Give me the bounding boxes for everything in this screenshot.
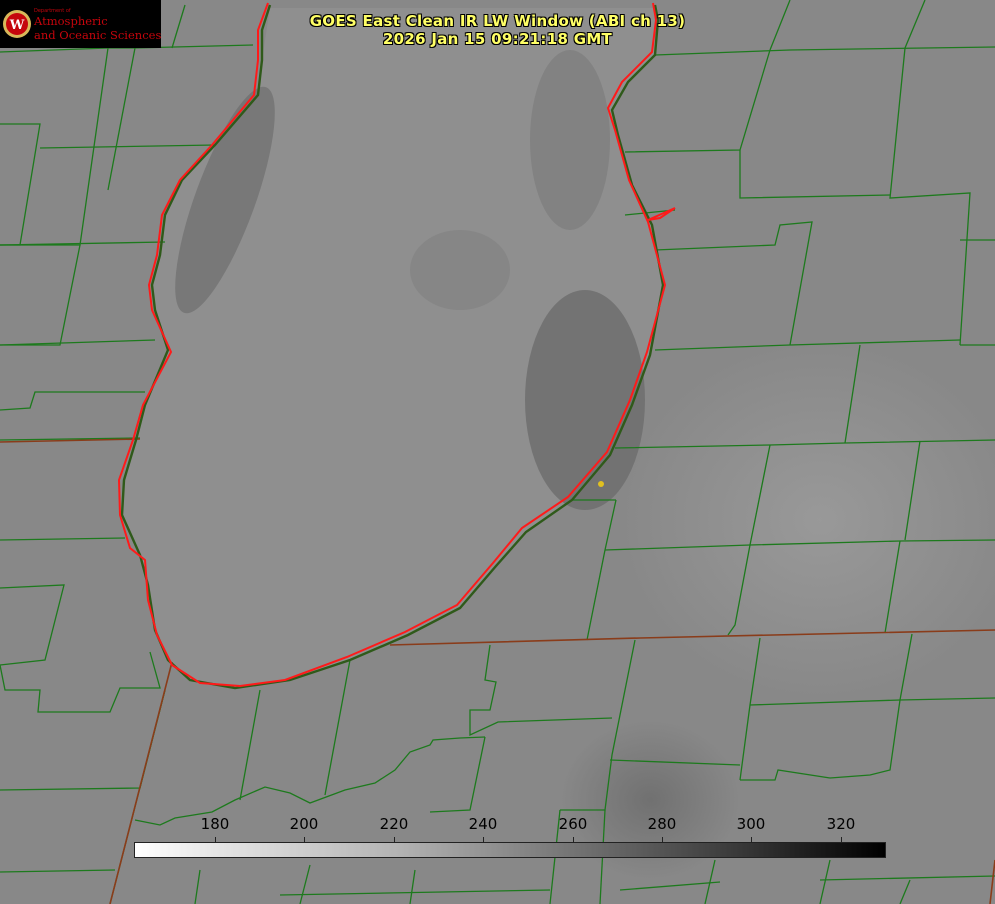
- colorbar-tick-label: 320: [826, 815, 856, 833]
- uw-crest-icon: W: [3, 10, 31, 38]
- map-layer: [0, 0, 995, 904]
- colorbar-tick: [841, 837, 842, 843]
- colorbar-tick-label: 260: [558, 815, 588, 833]
- svg-text:W: W: [9, 18, 25, 33]
- logo-line-2: and Oceanic Sciences: [34, 28, 162, 42]
- lake-dark-band-north: [530, 50, 610, 230]
- colorbar-tick: [304, 837, 305, 843]
- temperature-colorbar: [134, 842, 886, 858]
- logo-line-1: Atmospheric: [34, 14, 108, 28]
- lake-dark-patch: [410, 230, 510, 310]
- colorbar-tick-label: 220: [379, 815, 409, 833]
- colorbar-tick: [573, 837, 574, 843]
- colorbar-tick-label: 240: [468, 815, 498, 833]
- colorbar-tick: [662, 837, 663, 843]
- location-marker: [598, 481, 604, 487]
- aos-logo: W Department of Atmospheric and Oceanic …: [0, 0, 161, 48]
- colorbar-tick-label: 280: [647, 815, 677, 833]
- colorbar-tick: [394, 837, 395, 843]
- colorbar-tick-label: 300: [736, 815, 766, 833]
- satellite-image: GOES East Clean IR LW Window (ABI ch 13)…: [0, 0, 995, 904]
- colorbar-tick: [483, 837, 484, 843]
- colorbar-tick-label: 180: [200, 815, 230, 833]
- colorbar-tick-label: 200: [289, 815, 319, 833]
- colorbar-tick: [751, 837, 752, 843]
- colorbar-tick: [215, 837, 216, 843]
